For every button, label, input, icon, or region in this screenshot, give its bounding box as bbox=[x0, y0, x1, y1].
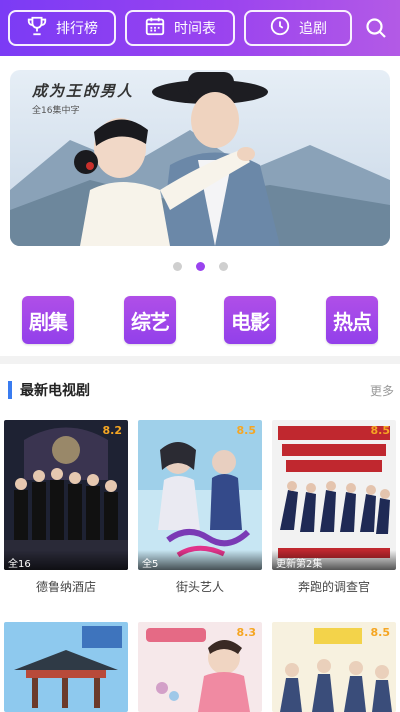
episode-badge: 全16 bbox=[4, 550, 128, 570]
video-title: 德鲁纳酒店 bbox=[35, 580, 96, 594]
clock-icon bbox=[269, 15, 291, 41]
carousel-indicator bbox=[0, 262, 400, 271]
video-card[interactable]: 8.3 bbox=[138, 622, 262, 712]
category-hot[interactable]: 热点 bbox=[326, 296, 378, 344]
video-card[interactable]: 8.5 bbox=[272, 622, 396, 712]
episode-badge: 全5 bbox=[138, 550, 262, 570]
poster-image: 8.5 bbox=[272, 622, 396, 712]
banner-carousel[interactable]: 成为王的男人 全16集中字 bbox=[10, 70, 390, 246]
category-tv-series[interactable]: 剧集 bbox=[22, 296, 74, 344]
banner-subtitle: 全16集中字 bbox=[32, 106, 80, 116]
carousel-dot-active[interactable] bbox=[195, 262, 205, 271]
poster-image: 8.3 bbox=[138, 622, 262, 712]
video-title: 奔跑的调查官 bbox=[297, 580, 370, 594]
score-badge: 8.3 bbox=[236, 626, 257, 639]
category-movie[interactable]: 电影 bbox=[224, 296, 276, 344]
ranking-button[interactable]: 排行榜 bbox=[8, 10, 116, 46]
video-card[interactable]: 8.5 全5 街头艺人 bbox=[138, 420, 262, 595]
follow-label: 追剧 bbox=[299, 21, 327, 37]
more-link[interactable]: 更多 bbox=[370, 382, 394, 399]
score-badge: 8.5 bbox=[236, 424, 257, 437]
poster-image bbox=[4, 622, 128, 712]
score-badge: 8.5 bbox=[370, 626, 391, 639]
follow-button[interactable]: 追剧 bbox=[244, 10, 352, 46]
score-badge: 8.5 bbox=[370, 424, 391, 437]
ranking-label: 排行榜 bbox=[56, 21, 98, 37]
poster-image: 8.5 全5 bbox=[138, 420, 262, 570]
latest-tv-section: 最新电视剧 更多 8.2 全16 德鲁纳酒店 8.5 全5 街头艺人 8.5 更… bbox=[0, 364, 400, 712]
schedule-button[interactable]: 时间表 bbox=[125, 10, 235, 46]
video-card[interactable]: 8.2 全16 德鲁纳酒店 bbox=[4, 420, 128, 595]
section-title: 最新电视剧 bbox=[20, 383, 90, 399]
video-card[interactable] bbox=[4, 622, 128, 712]
poster-image: 8.2 全16 bbox=[4, 420, 128, 570]
video-card[interactable]: 8.5 更新第2集 奔跑的调查官 bbox=[272, 420, 396, 595]
category-variety[interactable]: 综艺 bbox=[124, 296, 176, 344]
schedule-label: 时间表 bbox=[174, 21, 216, 37]
top-nav-bar: 排行榜 时间表 追剧 bbox=[0, 0, 400, 56]
section-header: 最新电视剧 更多 bbox=[0, 378, 400, 402]
video-title: 街头艺人 bbox=[175, 580, 224, 594]
search-icon[interactable] bbox=[364, 16, 388, 40]
poster-image: 8.5 更新第2集 bbox=[272, 420, 396, 570]
carousel-dot[interactable] bbox=[218, 262, 228, 271]
trophy-icon bbox=[26, 15, 48, 41]
carousel-dot[interactable] bbox=[172, 262, 182, 271]
calendar-icon bbox=[144, 15, 166, 41]
score-badge: 8.2 bbox=[102, 424, 123, 437]
banner-area: 成为王的男人 全16集中字 剧集 综艺 电影 热点 bbox=[0, 56, 400, 356]
banner-title: 成为王的男人 bbox=[32, 82, 135, 100]
episode-badge: 更新第2集 bbox=[272, 550, 396, 570]
category-row: 剧集 综艺 电影 热点 bbox=[0, 296, 400, 346]
section-accent-bar bbox=[8, 381, 12, 399]
